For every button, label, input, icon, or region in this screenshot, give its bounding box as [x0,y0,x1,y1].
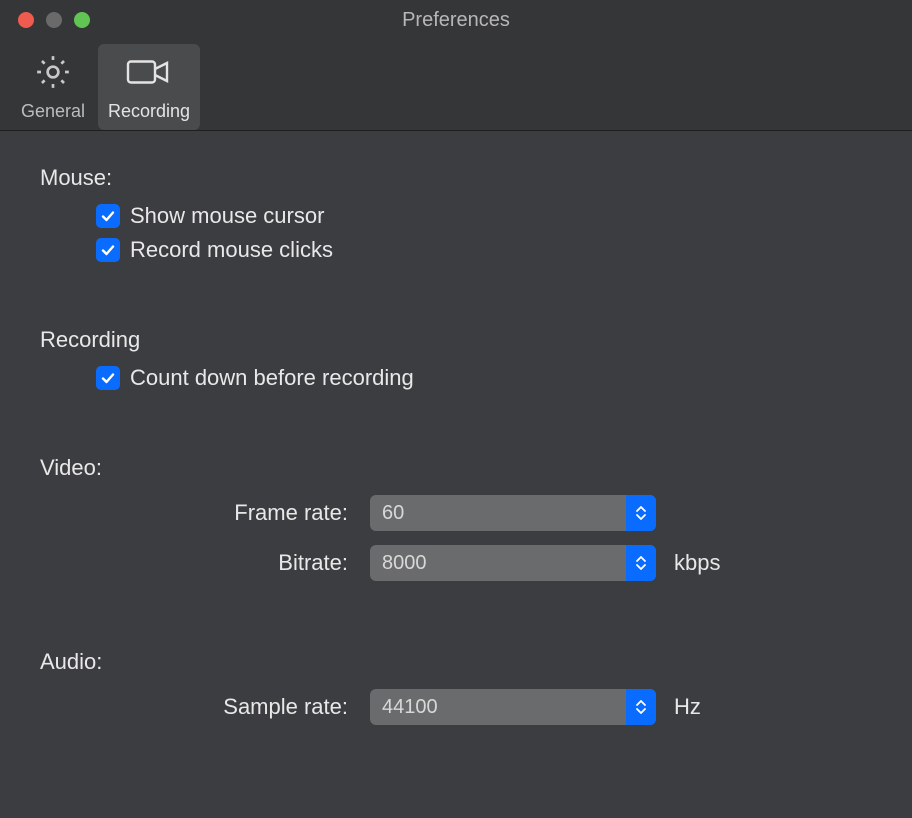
show-cursor-checkbox-row[interactable]: Show mouse cursor [96,203,872,229]
show-cursor-label: Show mouse cursor [130,203,324,229]
section-video-label: Video: [40,455,872,481]
countdown-label: Count down before recording [130,365,414,391]
updown-icon [626,495,656,531]
tab-recording-label: Recording [108,101,190,122]
bitrate-unit: kbps [674,550,720,576]
samplerate-row: Sample rate: 44100 Hz [40,689,872,725]
tab-recording[interactable]: Recording [98,44,200,130]
updown-icon [626,545,656,581]
tab-general-label: General [21,101,85,122]
close-window-button[interactable] [18,12,34,28]
bitrate-row: Bitrate: 8000 kbps [40,545,872,581]
checkbox-checked-icon [96,238,120,262]
section-mouse-label: Mouse: [40,165,872,191]
record-clicks-checkbox-row[interactable]: Record mouse clicks [96,237,872,263]
toolbar: General Recording [0,40,912,131]
checkbox-checked-icon [96,204,120,228]
samplerate-label: Sample rate: [40,694,370,720]
checkbox-checked-icon [96,366,120,390]
framerate-label: Frame rate: [40,500,370,526]
framerate-select[interactable]: 60 [370,495,656,531]
samplerate-unit: Hz [674,694,701,720]
countdown-checkbox-row[interactable]: Count down before recording [96,365,872,391]
samplerate-value: 44100 [382,696,438,719]
content-pane: Mouse: Show mouse cursor Record mouse cl… [0,131,912,818]
framerate-row: Frame rate: 60 [40,495,872,531]
section-audio-label: Audio: [40,649,872,675]
window-title: Preferences [0,9,912,32]
section-recording-label: Recording [40,327,872,353]
bitrate-select[interactable]: 8000 [370,545,656,581]
samplerate-select[interactable]: 44100 [370,689,656,725]
titlebar: Preferences [0,0,912,40]
framerate-value: 60 [382,502,404,525]
minimize-window-button[interactable] [46,12,62,28]
bitrate-label: Bitrate: [40,550,370,576]
updown-icon [626,689,656,725]
tab-general[interactable]: General [8,44,98,130]
record-clicks-label: Record mouse clicks [130,237,333,263]
video-camera-icon [125,52,173,97]
gear-icon [33,52,73,97]
preferences-window: Preferences General Recording Mouse: [0,0,912,818]
zoom-window-button[interactable] [74,12,90,28]
bitrate-value: 8000 [382,552,427,575]
window-controls [18,12,90,28]
